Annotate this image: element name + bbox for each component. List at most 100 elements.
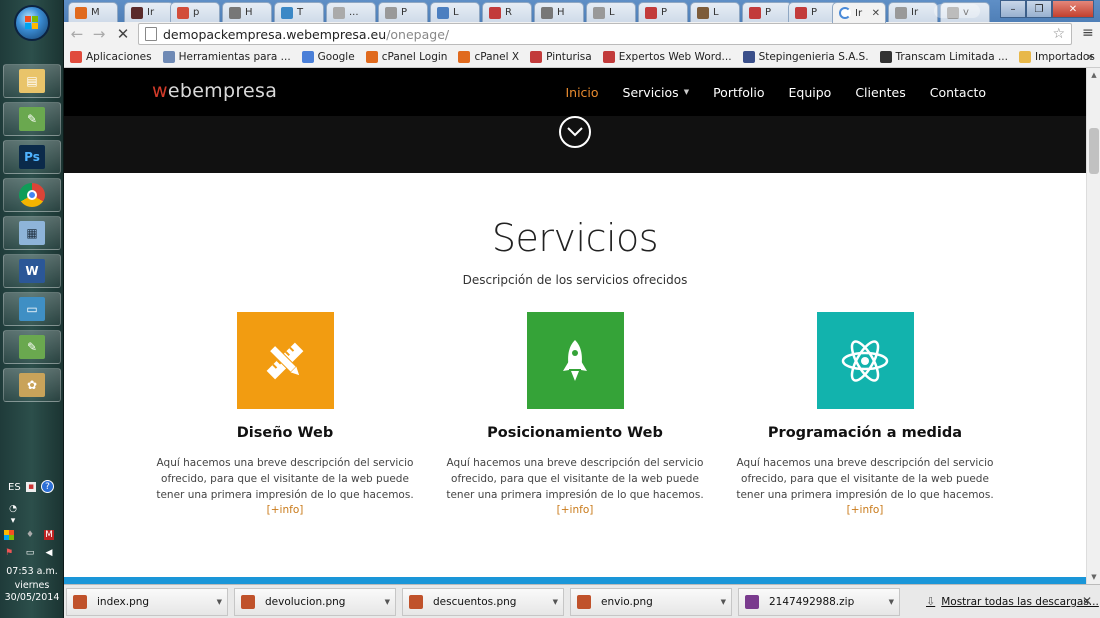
tab[interactable]: p [170,2,220,22]
tab-title: Ir [911,7,919,18]
close-tab-icon[interactable]: ✕ [872,8,880,19]
bookmark-item[interactable]: Transcam Limitada ... [879,50,1008,63]
nav-item-servicios[interactable]: Servicios ▼ [623,85,690,100]
scroll-down-icon[interactable]: ▼ [1087,570,1100,584]
tab[interactable]: P [638,2,688,22]
tab[interactable]: L [586,2,636,22]
tab[interactable]: P [378,2,428,22]
tab[interactable]: P [742,2,792,22]
taskbar-image-viewer[interactable]: ▭ [3,292,61,326]
nav-item-clientes[interactable]: Clientes [855,85,905,100]
download-item[interactable]: envio.png ▼ [570,588,732,616]
start-button[interactable] [14,5,50,41]
download-item[interactable]: index.png ▼ [66,588,228,616]
close-downloads-icon[interactable]: ✕ [1082,594,1092,608]
tab[interactable]: T [274,2,324,22]
minimize-button[interactable]: – [1000,0,1026,18]
nav-item-contacto[interactable]: Contacto [930,85,986,100]
tab[interactable]: L [690,2,740,22]
bookmark-item[interactable]: Importados [1018,50,1095,63]
stop-button[interactable]: ✕ [114,25,132,43]
tab-title: p [193,7,200,18]
action-center-icon[interactable]: ⚑ [4,548,14,558]
service-icon-box[interactable] [526,312,624,409]
download-item[interactable]: 2147492988.zip ▼ [738,588,900,616]
word-icon: W [19,259,45,283]
service-more-link[interactable]: [+info] [847,504,884,516]
restore-button[interactable]: ❐ [1026,0,1052,18]
taskbar-corel[interactable]: ✎ [3,102,61,136]
taskbar-corel-2[interactable]: ✎ [3,330,61,364]
paint-palette-icon: ✿ [19,373,45,397]
tray-expand-icon[interactable]: ▾ [8,516,18,526]
bookmark-item[interactable]: Aplicaciones [70,50,152,63]
download-item[interactable]: devolucion.png ▼ [234,588,396,616]
bookmarks-bar: Aplicaciones Herramientas para ... Google c… [64,46,1100,68]
service-icon-box[interactable] [816,312,914,409]
bookmark-item[interactable]: Google [301,50,355,63]
tab-title: R [505,7,512,18]
nav-item-portfolio[interactable]: Portfolio [713,85,764,100]
bookmark-item[interactable]: Pinturisa [530,50,592,63]
help-icon[interactable]: ? [41,480,54,493]
notification-icon[interactable]: ♦ [25,530,35,540]
network-icon[interactable]: ◔ [8,504,18,514]
new-tab-area[interactable] [934,4,980,18]
bookmark-item[interactable]: Stepingenieria S.A.S. [742,50,869,63]
address-bar[interactable]: demopackempresa.webempresa.eu/onepage/ ☆ [138,23,1072,45]
service-icon-box[interactable] [236,312,334,409]
bookmark-item[interactable]: cPanel Login [365,50,447,63]
scrollbar-thumb[interactable] [1089,128,1099,174]
tab[interactable]: L [430,2,480,22]
scroll-up-icon[interactable]: ▲ [1087,68,1100,82]
tab[interactable]: M [68,2,118,22]
close-window-button[interactable]: ✕ [1052,0,1094,18]
keyboard-icon[interactable]: ▪ [26,482,36,492]
taskbar-word[interactable]: W [3,254,61,288]
scroll-down-button[interactable] [559,116,591,148]
favicon-icon [131,6,143,19]
chrome-menu-icon[interactable]: ≡ [1082,26,1096,40]
bookmark-item[interactable]: cPanel X [458,50,519,63]
volume-icon[interactable]: ◀ [44,548,54,558]
taskbar-photoshop[interactable]: Ps [3,140,61,174]
nav-item-inicio[interactable]: Inicio [565,85,598,100]
download-menu-icon[interactable]: ▼ [553,598,558,606]
tab-active[interactable]: Ir ✕ [832,2,886,23]
show-all-downloads-link[interactable]: ⇩ Mostrar todas las descargas... [926,595,1099,608]
taskbar-chrome[interactable] [3,178,61,212]
windows-flag-tray-icon[interactable] [4,530,14,540]
service-more-link[interactable]: [+info] [267,504,304,516]
taskbar-calculator[interactable]: ▦ [3,216,61,250]
nav-item-equipo[interactable]: Equipo [789,85,832,100]
download-item[interactable]: descuentos.png ▼ [402,588,564,616]
forward-button[interactable]: → [90,25,108,43]
back-button[interactable]: ← [68,25,86,43]
antivirus-icon[interactable]: M [44,530,54,540]
tab[interactable]: H [534,2,584,22]
clock-time[interactable]: 07:53 a.m. [0,566,64,578]
site-logo[interactable]: webempresa [152,80,277,102]
tab[interactable]: Ir [888,2,938,22]
bookmarks-overflow-icon[interactable]: » [1087,50,1094,63]
display-icon[interactable]: ▭ [25,548,35,558]
bookmark-item[interactable]: Herramientas para ... [162,50,291,63]
tab[interactable]: Ir [124,2,174,22]
corel-icon: ✎ [19,335,45,359]
download-menu-icon[interactable]: ▼ [385,598,390,606]
taskbar-paint[interactable]: ✿ [3,368,61,402]
tab[interactable]: P [788,2,838,22]
service-more-link[interactable]: [+info] [557,504,594,516]
bookmark-star-icon[interactable]: ☆ [1052,26,1065,42]
service-title: Posicionamiento Web [487,425,663,441]
download-menu-icon[interactable]: ▼ [721,598,726,606]
language-indicator[interactable]: ES [8,482,21,493]
tab[interactable]: ... [326,2,376,22]
download-menu-icon[interactable]: ▼ [217,598,222,606]
tab[interactable]: H [222,2,272,22]
bookmark-item[interactable]: Expertos Web Word... [602,50,732,63]
tab[interactable]: R [482,2,532,22]
download-menu-icon[interactable]: ▼ [889,598,894,606]
page-scrollbar[interactable]: ▲ ▼ [1086,68,1100,584]
taskbar-explorer[interactable]: ▤ [3,64,61,98]
